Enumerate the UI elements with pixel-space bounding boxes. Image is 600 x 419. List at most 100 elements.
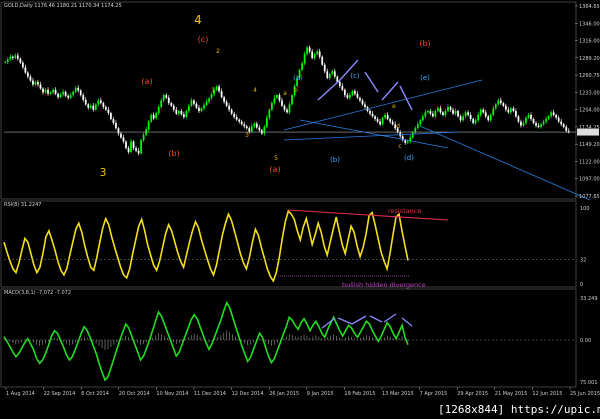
candle-body (37, 81, 39, 85)
candle-body (74, 87, 77, 92)
x-tick-label: 10 Nov 2014 (156, 391, 188, 397)
candle-body (384, 115, 386, 118)
candle-body (442, 112, 444, 116)
candle-body (155, 113, 158, 119)
candle-body (147, 121, 150, 130)
candle-body (464, 112, 467, 117)
candle-body (263, 126, 266, 134)
candle-body (228, 105, 231, 110)
candle-body (117, 128, 120, 134)
candle-body (452, 109, 454, 114)
candle-body (14, 55, 17, 59)
candle-body (391, 121, 394, 125)
candle-body (359, 97, 361, 101)
candle-body (120, 133, 122, 138)
candle-body (220, 91, 223, 98)
candle-body (195, 103, 198, 108)
candle-body (104, 107, 107, 110)
candle-body (127, 148, 130, 153)
candle-body (215, 86, 218, 90)
candle-body (185, 111, 188, 117)
price-tick-label: 1289.20 (579, 56, 600, 62)
candle-body (268, 109, 271, 118)
candle-body (243, 124, 246, 127)
candle-body (349, 95, 351, 98)
candle-body (286, 109, 288, 113)
candle-body (557, 117, 560, 122)
candle-body (273, 97, 276, 104)
trading-chart: GOLD,Daily 1176.46 1180.21 1170.34 1174.… (0, 0, 600, 419)
candle-body (54, 89, 57, 94)
candle-body (399, 132, 402, 137)
candle-body (457, 111, 459, 117)
candle-body (193, 100, 195, 104)
wave-label: (a) (293, 74, 303, 82)
candle-body (411, 132, 414, 138)
candle-body (281, 100, 283, 106)
candle-body (160, 100, 163, 108)
candle-body (29, 76, 32, 81)
candle-body (512, 108, 515, 112)
candle-body (49, 92, 52, 94)
x-tick-label: 12 Dec 2014 (232, 391, 264, 397)
candle-body (477, 115, 480, 121)
candle-body (346, 95, 349, 98)
candle-body (341, 85, 344, 90)
candle-body (255, 123, 258, 128)
price-tick-label: 1077.65 (579, 194, 600, 200)
candle-body (497, 100, 500, 105)
candle-body (92, 105, 95, 110)
wave-label: 5 (274, 155, 278, 162)
candle-body (235, 116, 238, 120)
candle-body (4, 62, 7, 63)
wave-label: d (396, 123, 400, 130)
candle-body (115, 122, 117, 129)
candle-body (381, 117, 384, 125)
candle-body (110, 113, 112, 119)
candle-body (175, 109, 178, 114)
candle-body (462, 116, 464, 121)
candle-body (331, 71, 334, 74)
candle-body (271, 103, 273, 110)
candle-body (77, 87, 80, 91)
candle-body (107, 109, 110, 114)
candle-body (87, 104, 90, 108)
candle-body (177, 111, 180, 114)
candle-body (72, 91, 75, 96)
candle-body (447, 107, 449, 112)
candle-body (122, 137, 125, 142)
x-tick-label: 21 May 2015 (495, 391, 528, 397)
candle-body (223, 97, 225, 102)
candle-body (419, 120, 422, 125)
candle-body (333, 71, 336, 77)
candle-body (64, 91, 67, 96)
candle-body (42, 88, 44, 93)
wave-label: c (398, 143, 401, 150)
macd-header: MACD(3,8,1) -7.072 -7.072 (4, 290, 71, 296)
candle-body (321, 56, 324, 65)
price-tick-label: 1233.00 (579, 90, 600, 96)
candle-body (162, 95, 165, 101)
x-tick-label: 12 Jun 2015 (532, 391, 562, 397)
wave-label: (a) (269, 165, 280, 174)
candle-body (386, 115, 389, 119)
candle-body (550, 112, 553, 117)
candle-body (328, 73, 331, 78)
candle-body (157, 107, 160, 114)
candle-body (152, 115, 155, 119)
candle-body (437, 108, 439, 112)
candle-body (245, 126, 248, 129)
candle-body (318, 51, 321, 57)
candle-body (504, 105, 507, 110)
candle-body (32, 80, 34, 85)
x-tick-label: 29 Apr 2015 (457, 391, 488, 397)
candle-body (429, 111, 432, 114)
price-tick-label: 1260.75 (579, 73, 600, 79)
wave-label: 4 (194, 13, 202, 27)
macd-tick-label: 0.00 (580, 338, 591, 344)
candle-body (522, 122, 525, 126)
candle-body (482, 109, 485, 113)
candle-body (167, 97, 170, 104)
candle-body (253, 123, 256, 127)
candle-body (99, 100, 102, 104)
